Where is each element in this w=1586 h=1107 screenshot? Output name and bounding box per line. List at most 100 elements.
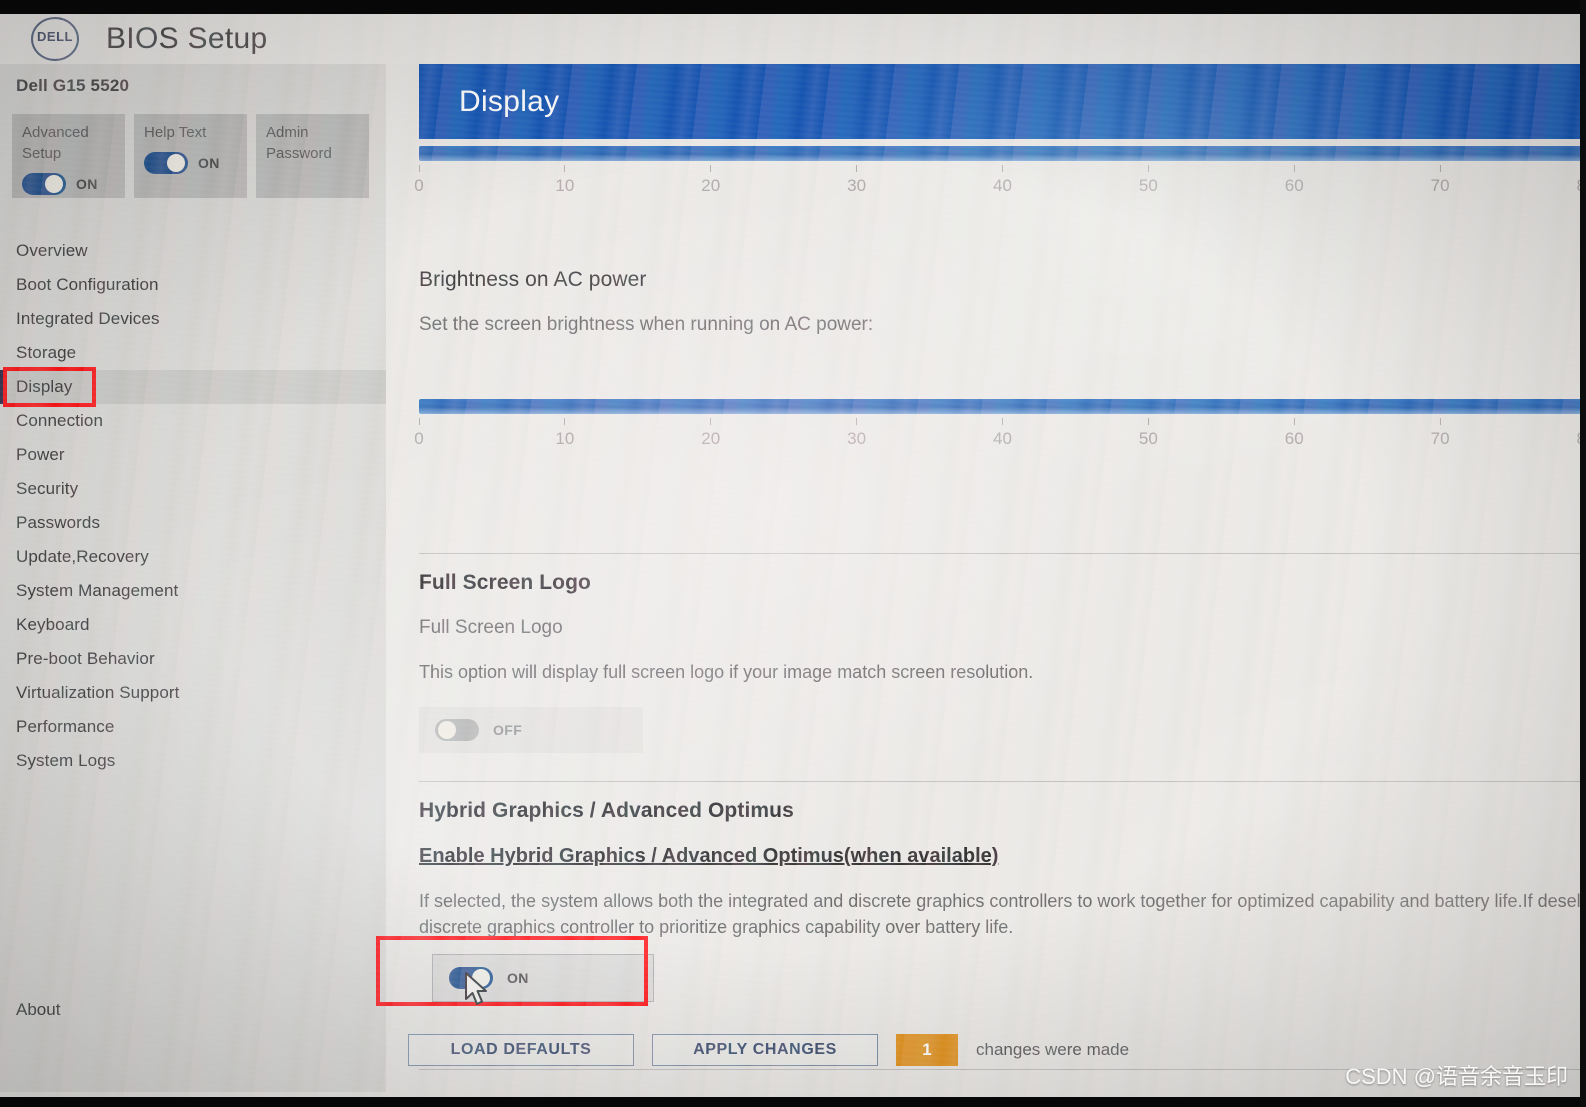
slider-tick-label: 40 [993,176,1012,195]
card-admin-password-label: Admin Password [266,124,332,162]
section-title: Display [459,84,560,118]
slider-tick-label: 10 [555,429,575,448]
slider-tick-label: 60 [1284,429,1304,448]
sidebar-nav: Overview Boot Configuration Integrated D… [0,234,386,778]
sidebar-item-overview[interactable]: Overview [0,234,386,268]
slider-tick: 30 [837,418,877,449]
slider-tick-label: 30 [847,429,867,448]
slider-tick: 40 [983,418,1023,449]
slider-tick: 60 [1274,418,1314,449]
slider-tick: 10 [545,418,585,449]
sidebar-item-pre-boot-behavior[interactable]: Pre-boot Behavior [0,642,386,676]
page-title: BIOS Setup [106,22,268,55]
changes-made-text: changes were made [976,1040,1130,1059]
slider-tick-label: 20 [701,176,721,195]
slider-tick-label: 20 [701,429,721,448]
slider-tick-label: 30 [847,176,867,195]
dell-logo-icon: DELL [28,16,84,62]
slider-tick: 30 [837,165,877,196]
sidebar-item-connection[interactable]: Connection [0,404,386,438]
slider-tick: 20 [691,165,731,196]
slider-tick: 50 [1128,165,1168,196]
brightness-ac-section: Brightness on AC power Set the screen br… [419,268,1586,336]
slider-tick: 0 [399,418,439,449]
app-header: DELL BIOS Setup [0,14,1586,64]
card-admin-password[interactable]: Admin Password [256,114,369,198]
divider-2 [419,781,1586,782]
bezel-top [0,0,1586,14]
slider-tick-label: 60 [1284,176,1304,195]
brightness-slider-2-track[interactable] [419,399,1586,414]
card-help-text-label: Help Text [144,124,207,141]
divider-1 [419,553,1586,554]
sidebar-item-integrated-devices[interactable]: Integrated Devices [0,302,386,336]
sidebar-item-boot-configuration[interactable]: Boot Configuration [0,268,386,302]
bezel-right [1580,0,1586,1107]
slider-tick-label: 70 [1430,176,1450,195]
mouse-cursor-icon [465,972,487,1005]
sidebar-item-power[interactable]: Power [0,438,386,472]
slider-tick-label: 0 [414,429,424,448]
slider-tick-label: 70 [1430,429,1450,448]
sidebar-item-security[interactable]: Security [0,472,386,506]
sidebar: Dell G15 5520 Advanced Setup ON Help Tex… [0,64,386,1092]
slider-tick-label: 10 [555,176,575,195]
bezel-bottom [0,1097,1586,1107]
sidebar-item-about[interactable]: About [16,1000,60,1020]
sidebar-item-storage[interactable]: Storage [0,336,386,370]
slider-tick: 40 [983,165,1023,196]
help-text-state: ON [198,155,220,171]
slider-tick-label: 50 [1138,176,1158,195]
full-screen-logo-toggle-row[interactable]: OFF [419,707,643,753]
full-screen-logo-sub-label: Full Screen Logo [419,617,563,638]
csdn-watermark: CSDN @语音余音玉印 [1345,1064,1568,1089]
slider-tick-label: 50 [1138,429,1158,448]
help-text-toggle[interactable] [144,152,188,174]
brightness-slider-1-track[interactable] [419,146,1586,161]
card-help-text[interactable]: Help Text ON [134,114,247,198]
sidebar-item-update-recovery[interactable]: Update,Recovery [0,540,386,574]
sidebar-item-display[interactable]: Display [0,370,386,404]
model-name: Dell G15 5520 [16,76,130,95]
brightness-ac-heading: Brightness on AC power [419,268,647,291]
full-screen-logo-heading: Full Screen Logo [419,571,591,594]
apply-changes-button[interactable]: APPLY CHANGES [652,1034,878,1066]
full-screen-logo-state: OFF [493,722,523,738]
sidebar-item-passwords[interactable]: Passwords [0,506,386,540]
slider-tick-label: 40 [993,429,1012,448]
hybrid-graphics-heading: Hybrid Graphics / Advanced Optimus [419,799,794,822]
sidebar-item-system-logs[interactable]: System Logs [0,744,386,778]
slider-tick: 20 [691,418,731,449]
full-screen-logo-section: Full Screen Logo Full Screen Logo This o… [419,571,1586,753]
hybrid-graphics-description-line2: discrete graphics controller to prioriti… [419,917,1014,937]
main-content: Display 01020304050607080 Brightness on … [386,64,1586,1097]
slider-tick: 70 [1420,165,1460,196]
card-advanced-setup[interactable]: Advanced Setup ON [12,114,125,198]
slider-tick: 60 [1274,165,1314,196]
brightness-ac-description: Set the screen brightness when running o… [419,314,874,335]
sidebar-item-system-management[interactable]: System Management [0,574,386,608]
slider-tick: 10 [545,165,585,196]
hybrid-graphics-section: Hybrid Graphics / Advanced Optimus Enabl… [419,799,1586,1002]
hybrid-graphics-sub-label: Enable Hybrid Graphics / Advanced Optimu… [419,845,999,867]
changes-count-badge: 1 [896,1034,958,1066]
full-screen-logo-toggle[interactable] [435,719,479,741]
sidebar-toggle-cards: Advanced Setup ON Help Text ON Admin Pas… [0,96,386,198]
sidebar-item-performance[interactable]: Performance [0,710,386,744]
sidebar-item-keyboard[interactable]: Keyboard [0,608,386,642]
dell-logo-text: DELL [37,29,73,44]
sidebar-item-virtualization-support[interactable]: Virtualization Support [0,676,386,710]
slider-tick: 70 [1420,418,1460,449]
hybrid-graphics-description-line1: If selected, the system allows both the … [419,891,1586,911]
slider-tick: 0 [399,165,439,196]
brightness-slider-2[interactable]: 01020304050607080 [414,399,1586,466]
slider-tick-label: 0 [414,176,424,195]
load-defaults-button[interactable]: LOAD DEFAULTS [408,1034,634,1066]
brightness-slider-1-ticks: 01020304050607080 [414,165,1586,213]
brightness-slider-2-ticks: 01020304050607080 [414,418,1586,466]
brightness-slider-1[interactable]: 01020304050607080 [414,146,1586,213]
advanced-setup-state: ON [76,176,98,192]
hybrid-graphics-state: ON [507,970,529,986]
slider-tick: 50 [1128,418,1168,449]
advanced-setup-toggle[interactable] [22,173,66,195]
